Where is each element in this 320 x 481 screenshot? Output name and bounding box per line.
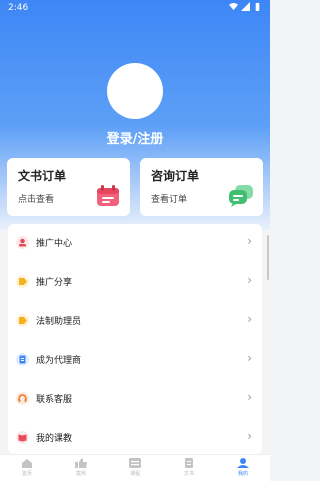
- chevron-right-icon: ›: [247, 390, 252, 404]
- menu-item-label: 推广分享: [36, 278, 73, 288]
- menu-item-label: 推广中心: [36, 239, 73, 249]
- home-icon: [22, 459, 32, 468]
- avatar[interactable]: [107, 63, 163, 119]
- menu-item-customer-service[interactable]: 联系客服 ›: [8, 380, 262, 419]
- tab-label: 课程: [129, 471, 140, 477]
- card-title: 咨询订单: [151, 169, 200, 183]
- user-pin-icon: [16, 236, 29, 249]
- file-icon: [185, 458, 193, 468]
- status-time: 2:46: [8, 3, 29, 13]
- card-subtitle: 点击查看: [18, 195, 55, 205]
- chevron-right-icon: ›: [247, 234, 252, 248]
- menu-item-promotion-center[interactable]: 推广中心 ›: [8, 224, 262, 263]
- tag-icon: [16, 275, 29, 288]
- menu-item-label: 联系客服: [36, 395, 73, 405]
- bottom-tab-bar: 首页 案例 课程 文书 我的: [0, 454, 270, 481]
- menu-list: 推广中心 › 推广分享 › 法制助理员 › 成为代理商 › 联系客服 › 我的课…: [8, 224, 262, 454]
- course-icon: [129, 458, 141, 468]
- signal-icon: [241, 2, 250, 11]
- card-subtitle: 查看订单: [151, 195, 188, 205]
- tab-label: 文书: [183, 471, 194, 477]
- tab-label: 案例: [75, 471, 86, 477]
- thumbs-up-icon: [75, 458, 87, 468]
- card-title: 文书订单: [18, 169, 67, 183]
- headset-icon: [16, 392, 29, 405]
- tab-label: 首页: [21, 471, 32, 477]
- tab-documents[interactable]: 文书: [162, 455, 216, 481]
- tab-home[interactable]: 首页: [0, 455, 54, 481]
- menu-item-label: 我的课教: [36, 434, 73, 444]
- document-icon: [16, 353, 29, 366]
- menu-item-my-courses[interactable]: 我的课教 ›: [8, 419, 262, 454]
- status-bar: 2:46: [0, 0, 270, 18]
- menu-item-promotion-share[interactable]: 推广分享 ›: [8, 263, 262, 302]
- chevron-right-icon: ›: [247, 351, 252, 365]
- menu-item-label: 法制助理员: [36, 317, 82, 327]
- scrollbar[interactable]: [267, 235, 269, 280]
- consultation-orders-card[interactable]: 咨询订单 查看订单: [140, 158, 263, 216]
- book-icon: [16, 431, 29, 444]
- tab-cases[interactable]: 案例: [54, 455, 108, 481]
- tag-icon: [16, 314, 29, 327]
- tab-label: 我的: [237, 471, 248, 477]
- wifi-icon: [229, 2, 238, 11]
- document-orders-card[interactable]: 文书订单 点击查看: [7, 158, 130, 216]
- menu-item-become-agent[interactable]: 成为代理商 ›: [8, 341, 262, 380]
- tab-mine[interactable]: 我的: [216, 455, 270, 481]
- tab-courses[interactable]: 课程: [108, 455, 162, 481]
- status-icons: [229, 2, 262, 11]
- profile-icon: [237, 458, 249, 468]
- chat-bubbles-icon: [229, 185, 253, 207]
- battery-icon: [255, 2, 260, 11]
- chevron-right-icon: ›: [247, 429, 252, 443]
- login-register-link[interactable]: 登录/注册: [0, 128, 270, 147]
- chevron-right-icon: ›: [247, 273, 252, 287]
- chevron-right-icon: ›: [247, 312, 252, 326]
- menu-item-label: 成为代理商: [36, 356, 82, 366]
- calendar-icon: [97, 185, 119, 206]
- menu-item-legal-assistant[interactable]: 法制助理员 ›: [8, 302, 262, 341]
